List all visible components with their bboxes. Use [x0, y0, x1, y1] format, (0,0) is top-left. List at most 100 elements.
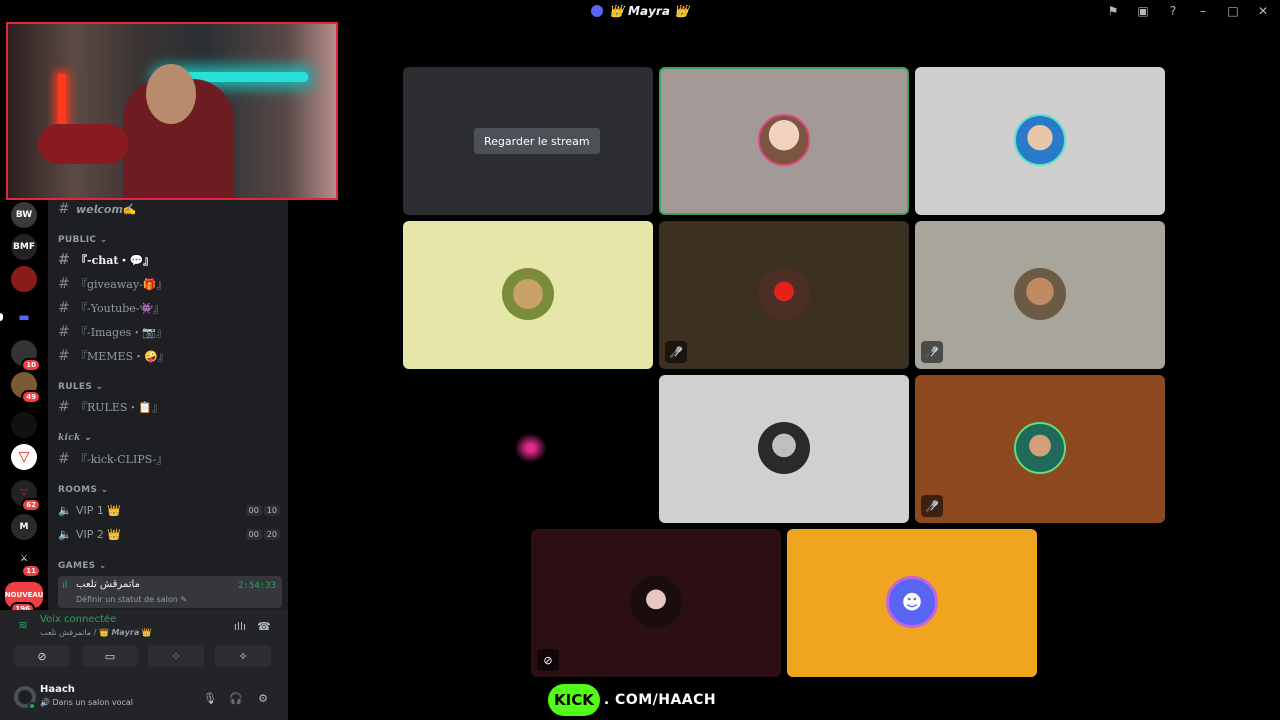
set-status-link[interactable]: Définir un statut de salon ✎ [76, 595, 187, 604]
headphones-icon[interactable]: 🎧 [228, 690, 244, 706]
participant-avatar [758, 268, 810, 320]
category-kick[interactable]: kick ⌄ [58, 433, 92, 443]
streamer-head [146, 64, 196, 124]
participant-tile[interactable]: 🎤̸ [915, 375, 1165, 523]
disconnect-icon[interactable]: ☎ [256, 618, 272, 634]
voice-status[interactable]: Voix connectée [40, 614, 116, 625]
server-icon-c[interactable] [11, 412, 37, 438]
user-count: 00 [245, 528, 262, 540]
screen-share-button[interactable]: ▭ [82, 645, 138, 667]
channel-giveaway[interactable]: # 『giveaway-🎁』 [58, 273, 167, 295]
server-icon-v[interactable]: ▽ [11, 444, 37, 470]
maximize-button[interactable]: □ [1226, 4, 1240, 18]
server-icon-e[interactable]: M [11, 514, 37, 540]
watch-stream-button[interactable]: Regarder le stream [474, 128, 600, 154]
participant-tile[interactable]: 🎤̸ [915, 221, 1165, 369]
server-icon-d[interactable]: ▽ 62 [11, 480, 41, 512]
soundboard-icon[interactable]: ıllı [232, 618, 248, 634]
flag-icon[interactable]: ⚑ [1106, 4, 1120, 18]
user-limit: 20 [263, 528, 280, 540]
participant-tile[interactable]: ☻ [787, 529, 1037, 677]
active-voice-channel[interactable]: ıl ماتمرقش تلعب 2:54:33 Définir un statu… [58, 576, 282, 608]
voice-location: ماتمرقش تلعب / 👑 𝙈𝙖𝙮𝙧𝙖 👑 [40, 628, 152, 637]
server-icon-a[interactable]: 10 [11, 340, 41, 372]
minimize-button[interactable]: – [1196, 4, 1210, 18]
settings-gear-icon[interactable]: ⚙ [255, 690, 271, 706]
participant-avatar [758, 114, 810, 166]
channel-memes[interactable]: # 『MEMES・🤪』 [58, 345, 169, 367]
muted-icon: 🎤̸ [921, 341, 943, 363]
server-icon-bw[interactable]: BW [11, 202, 37, 228]
kick-banner: KICK . COM/HAACH [548, 684, 716, 716]
discord-logo-icon: ☻ [886, 576, 938, 628]
participant-tile[interactable] [403, 375, 653, 523]
screen-share-icon: ▭ [104, 649, 116, 663]
signal-icon[interactable]: ≋ [18, 618, 28, 632]
microphone-arm [38, 124, 128, 164]
mention-badge: 62 [21, 498, 41, 512]
channel-rules[interactable]: # 『RULES・📋』 [58, 396, 163, 418]
server-icon-red[interactable] [11, 266, 37, 292]
participant-avatar [1014, 114, 1066, 166]
new-server-badge[interactable]: NOUVEAU 196 [5, 582, 43, 616]
channel-chat[interactable]: # 『-chat・💬』 [58, 249, 154, 271]
channel-kick-clips[interactable]: # 『-kick-CLIPS-』 [58, 448, 167, 470]
inbox-icon[interactable]: ▣ [1136, 4, 1150, 18]
category-rooms[interactable]: ROOMS ⌄ [58, 485, 108, 495]
username[interactable]: Haach [40, 684, 75, 695]
participant-avatar [1014, 422, 1066, 474]
camera-toggle-button[interactable]: ⊘ [14, 645, 70, 667]
voice-panel: ≋ Voix connectée ماتمرقش تلعب / 👑 𝙈𝙖𝙮𝙧𝙖 … [0, 610, 288, 720]
channel-youtube[interactable]: # 『-Youtube-👾』 [58, 297, 164, 319]
user-state: 🔊 Dans un salon vocal [40, 698, 133, 707]
voice-channel-vip1[interactable]: 🔈 VIP 1 👑 00 10 [58, 500, 280, 520]
participant-avatar [502, 422, 554, 474]
channel-sidebar: # 𝙬𝙚𝙡𝙘𝙤𝙢✍ PUBLIC ⌄ # 『-chat・💬』 # 『giveaw… [48, 200, 288, 610]
soundboard-icon: ✧ [238, 649, 248, 663]
server-icon-bmf[interactable]: BMF [11, 234, 37, 260]
channel-images[interactable]: # 『-Images・📷』 [58, 321, 167, 343]
category-games[interactable]: GAMES ⌄ [58, 561, 107, 571]
hash-icon: # [58, 201, 70, 217]
server-icon [590, 5, 603, 17]
participant-tile[interactable]: 🎤̸ [659, 221, 909, 369]
hash-icon: # [58, 324, 70, 340]
help-icon[interactable]: ? [1166, 4, 1180, 18]
window-title: 👑 𝙈𝙖𝙮𝙧𝙖 👑 [590, 4, 689, 18]
server-icon-b[interactable]: 49 [11, 372, 41, 404]
folder-icon[interactable]: ▬ [11, 304, 37, 330]
soundboard-button[interactable]: ✧ [215, 645, 271, 667]
activities-button[interactable]: ⁘ [148, 645, 204, 667]
stream-tile[interactable]: Regarder le stream [403, 67, 653, 215]
voice-channel-vip2[interactable]: 🔈 VIP 2 👑 00 20 [58, 524, 280, 544]
speaker-icon: 🔈 [58, 527, 72, 541]
online-status-dot [28, 702, 36, 710]
kick-url: . COM/HAACH [603, 692, 717, 708]
webcam-overlay [6, 22, 338, 200]
server-icon-f[interactable]: ⚔ 11 [11, 546, 41, 578]
participant-tile[interactable] [915, 67, 1165, 215]
category-public[interactable]: PUBLIC ⌄ [58, 235, 108, 245]
hash-icon: # [58, 399, 70, 415]
voice-activity-icon: ıl [62, 580, 68, 591]
hash-icon: # [58, 348, 70, 364]
microphone-icon[interactable]: 🎙 [202, 690, 218, 706]
participant-tile[interactable] [659, 375, 909, 523]
unread-pill [0, 313, 3, 321]
mention-badge: 11 [21, 564, 41, 578]
close-button[interactable]: ✕ [1256, 4, 1270, 18]
hash-icon: # [58, 451, 70, 467]
kick-logo: KICK [548, 684, 600, 716]
muted-icon: 🎤̸ [665, 341, 687, 363]
participant-avatar [1014, 268, 1066, 320]
activities-icon: ⁘ [171, 649, 181, 663]
participant-tile-speaking[interactable] [659, 67, 909, 215]
hash-icon: # [58, 252, 70, 268]
participant-avatar [630, 576, 682, 628]
participant-tile[interactable] [403, 221, 653, 369]
app-window: 👑 𝙈𝙖𝙮𝙧𝙖 👑 ⚑ ▣ ? – □ ✕ BW BMF ▬ 10 49 ▽ ▽… [0, 0, 1280, 720]
category-rules[interactable]: RULES ⌄ [58, 382, 103, 392]
channel-welcome[interactable]: # 𝙬𝙚𝙡𝙘𝙤𝙢✍ [58, 198, 137, 220]
voice-timer: 2:54:33 [238, 581, 276, 591]
participant-tile[interactable]: ⊘ [531, 529, 781, 677]
